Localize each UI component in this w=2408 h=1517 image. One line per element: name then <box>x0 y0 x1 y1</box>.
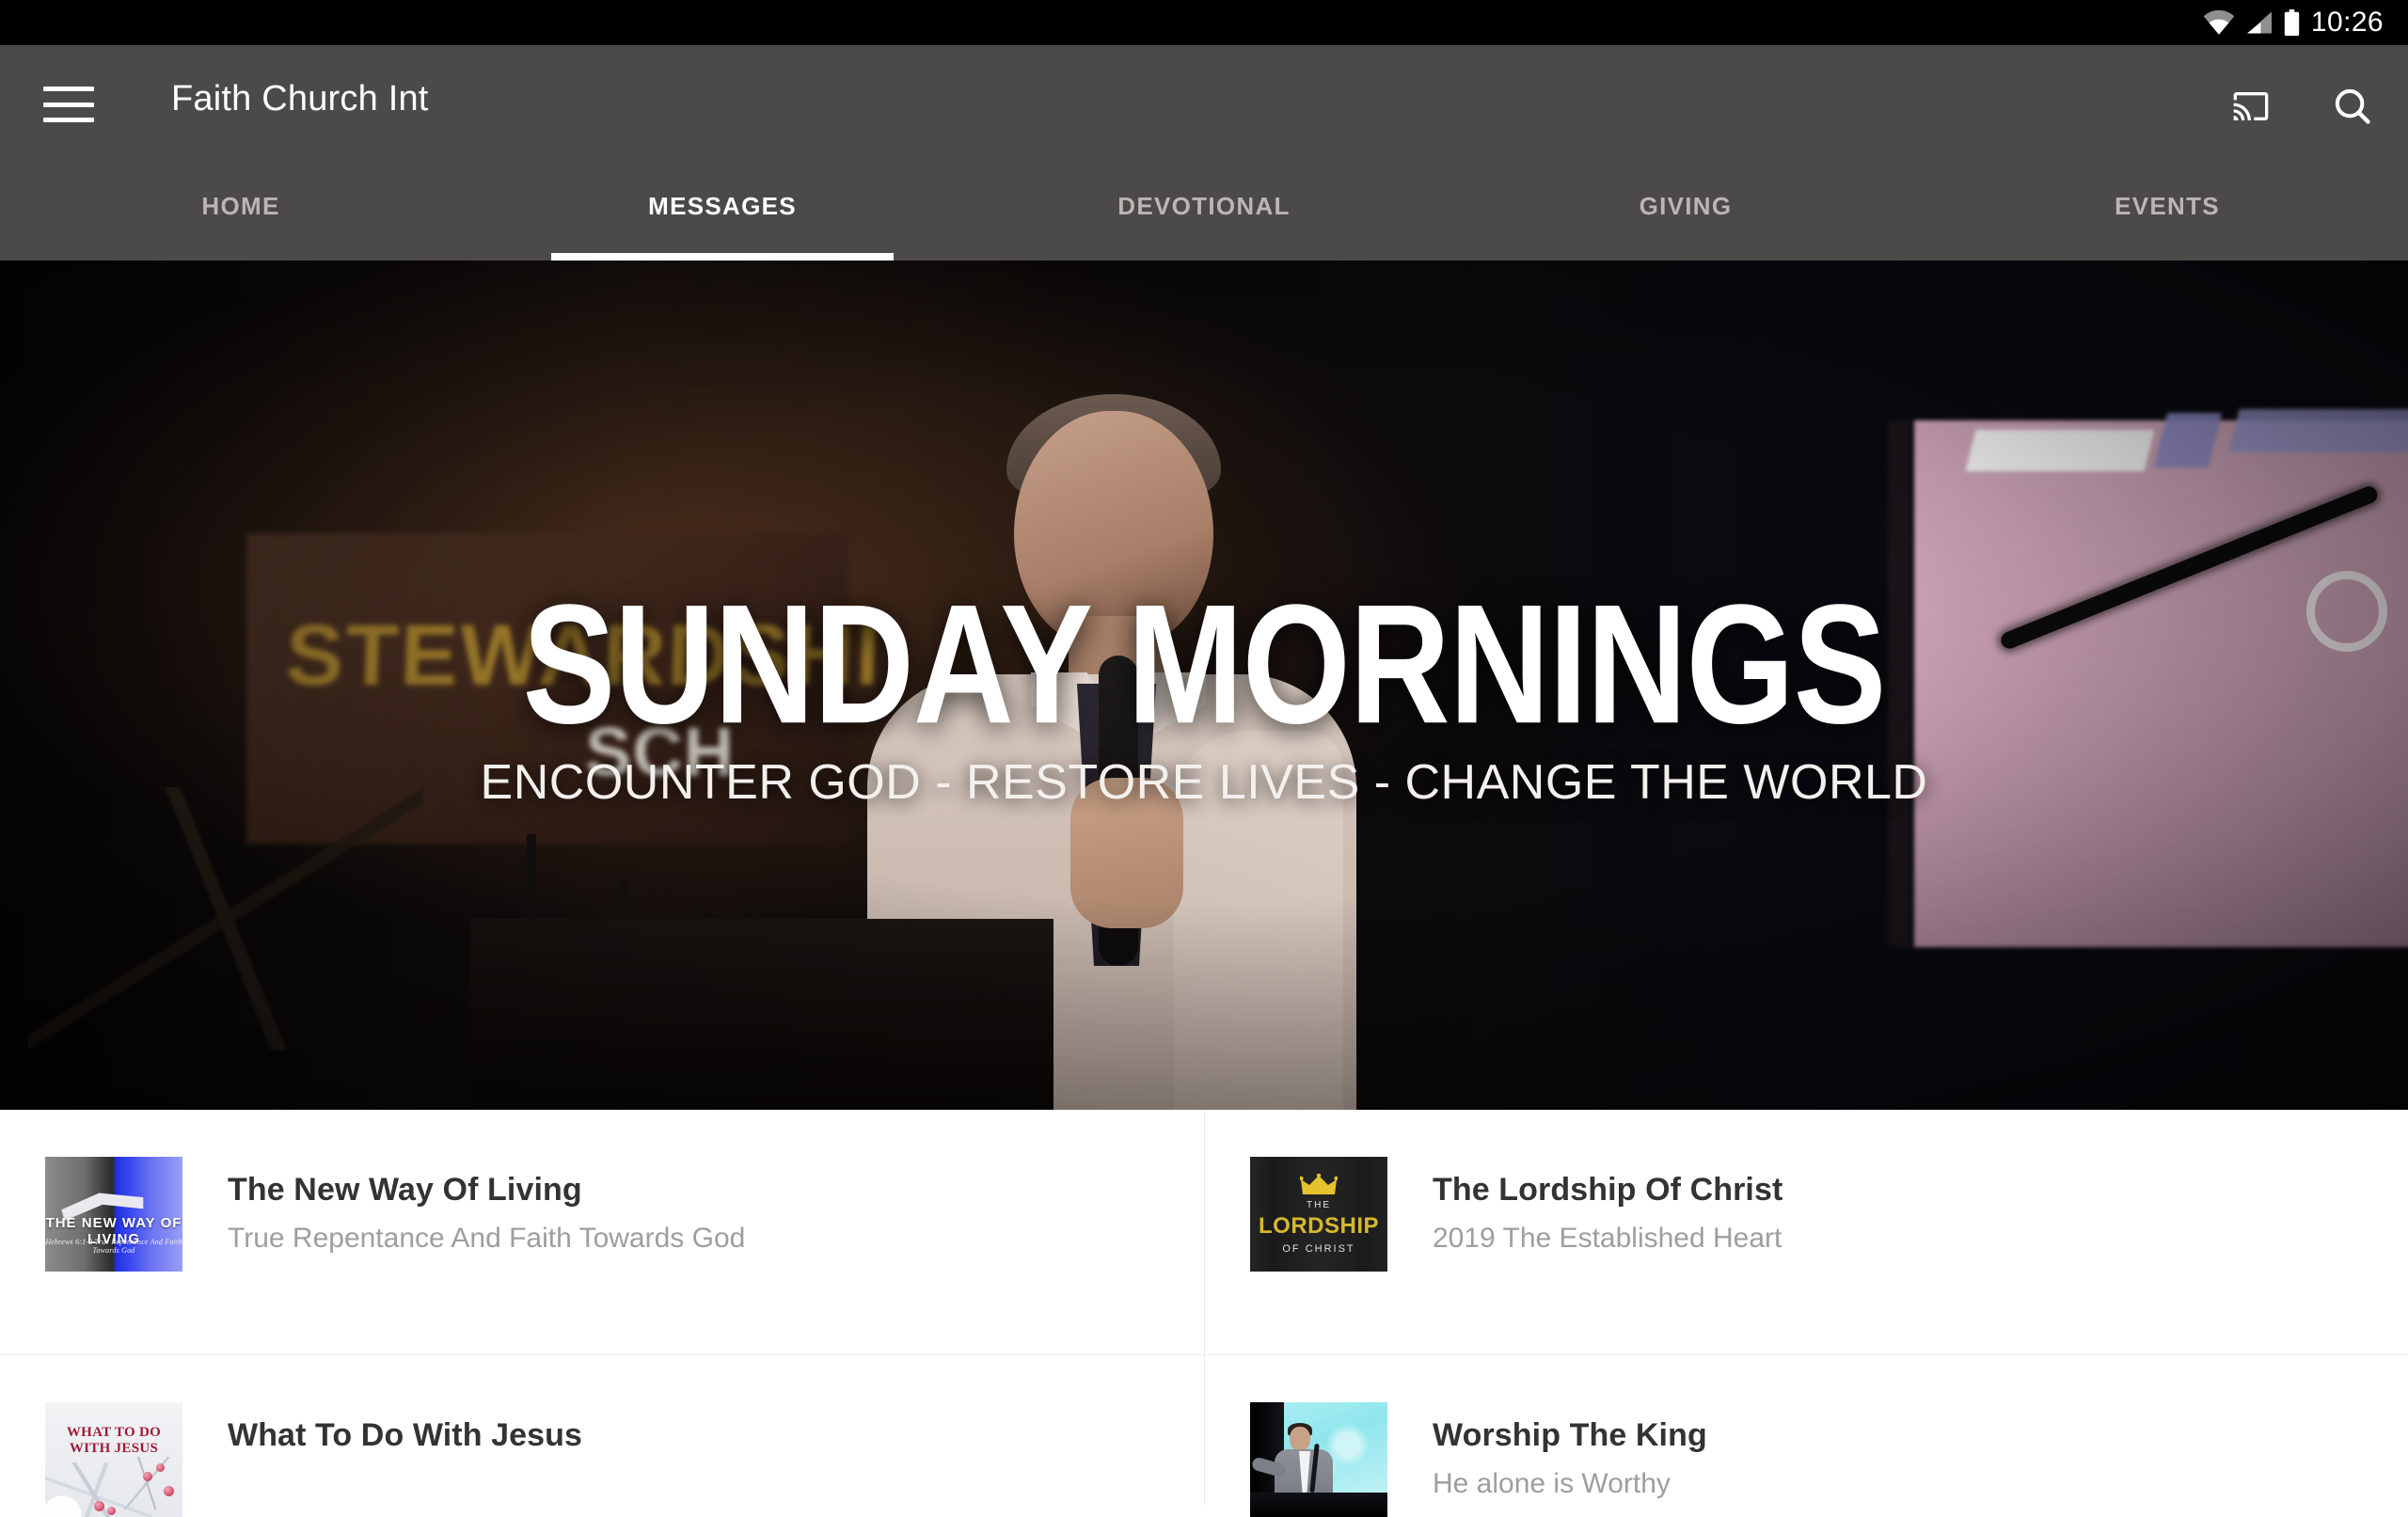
crown-icon <box>1300 1174 1338 1194</box>
message-subtitle: 2019 The Established Heart <box>1433 1223 1782 1255</box>
message-subtitle: True Repentance And Faith Towards God <box>228 1223 746 1255</box>
tab-bar: HOME MESSAGES DEVOTIONAL GIVING EVENTS <box>0 157 2408 261</box>
status-icons <box>2203 9 2300 36</box>
status-time: 10:26 <box>2310 7 2384 38</box>
cast-icon[interactable] <box>2229 87 2273 125</box>
hero-subtitle: ENCOUNTER GOD - RESTORE LIVES - CHANGE T… <box>480 755 1928 810</box>
berry <box>143 1472 152 1481</box>
thumbnail-subtitle-line: Hebrews 6:1-2 True Repentance And Faith … <box>45 1238 182 1255</box>
search-icon[interactable] <box>2331 85 2374 128</box>
hamburger-menu-icon[interactable] <box>43 87 94 122</box>
message-subtitle: He alone is Worthy <box>1433 1468 1671 1500</box>
thumbnail-line-2: LORDSHIP <box>1258 1213 1379 1239</box>
message-card-text: The New Way Of Living True Repentance An… <box>182 1157 745 1256</box>
tab-giving[interactable]: GIVING <box>1445 157 1926 261</box>
message-card-text: What To Do With Jesus <box>182 1402 582 1467</box>
worship-the-king-thumbnail <box>1250 1402 1387 1517</box>
berry-stem <box>122 1457 173 1509</box>
battery-icon <box>2284 9 2300 36</box>
berry <box>94 1501 104 1511</box>
berry <box>156 1463 165 1472</box>
lordship-of-christ-thumbnail: THE LORDSHIP OF CHRIST <box>1250 1157 1387 1272</box>
tab-devotional-label: DEVOTIONAL <box>1117 192 1291 220</box>
messages-grid: THE NEW WAY OF LIVING Hebrews 6:1-2 True… <box>0 1110 2408 1517</box>
app-bar-actions <box>2229 85 2374 128</box>
tab-messages-label: MESSAGES <box>648 192 797 220</box>
message-title: The Lordship Of Christ <box>1433 1172 1783 1208</box>
hero-banner[interactable]: STEWARDSHI SCH SUNDAY MORNINGS ENCOUNTER… <box>0 261 2408 1110</box>
message-card-worship-the-king[interactable]: Worship The King He alone is Worthy <box>1204 1354 2408 1517</box>
thumbnail-line-1: THE <box>1307 1200 1331 1210</box>
thumbnail-line-3: OF CHRIST <box>1282 1243 1355 1255</box>
message-card-text: The Lordship Of Christ 2019 The Establis… <box>1387 1157 1782 1256</box>
message-title: Worship The King <box>1433 1417 1707 1453</box>
tab-messages[interactable]: MESSAGES <box>482 157 963 261</box>
new-way-of-living-thumbnail: THE NEW WAY OF LIVING Hebrews 6:1-2 True… <box>45 1157 182 1272</box>
message-title: The New Way Of Living <box>228 1172 582 1208</box>
tab-events[interactable]: EVENTS <box>1926 157 2408 261</box>
wifi-icon <box>2203 10 2235 35</box>
app-bar: Faith Church Int <box>0 45 2408 157</box>
messages-row: THE NEW WAY OF LIVING Hebrews 6:1-2 True… <box>0 1110 2408 1354</box>
messages-row: WHAT TO DO WITH JESUS What To Do With Je… <box>0 1354 2408 1517</box>
tab-events-label: EVENTS <box>2115 192 2220 220</box>
message-card-lordship-of-christ[interactable]: THE LORDSHIP OF CHRIST The Lordship Of C… <box>1204 1110 2408 1354</box>
berry <box>107 1507 116 1515</box>
hero-title: SUNDAY MORNINGS <box>522 570 1887 760</box>
message-card-what-to-do-with-jesus[interactable]: WHAT TO DO WITH JESUS What To Do With Je… <box>0 1354 1204 1517</box>
page-title: Faith Church Int <box>171 79 429 119</box>
tab-home-label: HOME <box>201 192 280 220</box>
what-to-do-with-jesus-thumbnail: WHAT TO DO WITH JESUS <box>45 1402 182 1517</box>
message-title: What To Do With Jesus <box>228 1417 583 1453</box>
preacher-head <box>1290 1427 1310 1451</box>
tab-devotional[interactable]: DEVOTIONAL <box>963 157 1445 261</box>
message-card-new-way-of-living[interactable]: THE NEW WAY OF LIVING Hebrews 6:1-2 True… <box>0 1110 1204 1354</box>
berry <box>164 1486 174 1496</box>
cellular-signal-icon <box>2246 11 2272 34</box>
thumbnail-title-line: WHAT TO DO WITH JESUS <box>66 1425 162 1456</box>
message-card-text: Worship The King He alone is Worthy <box>1387 1402 1707 1501</box>
stage-floor <box>1250 1493 1387 1517</box>
tab-giving-label: GIVING <box>1639 192 1733 220</box>
status-bar: 10:26 <box>0 0 2408 45</box>
tab-home[interactable]: HOME <box>0 157 482 261</box>
